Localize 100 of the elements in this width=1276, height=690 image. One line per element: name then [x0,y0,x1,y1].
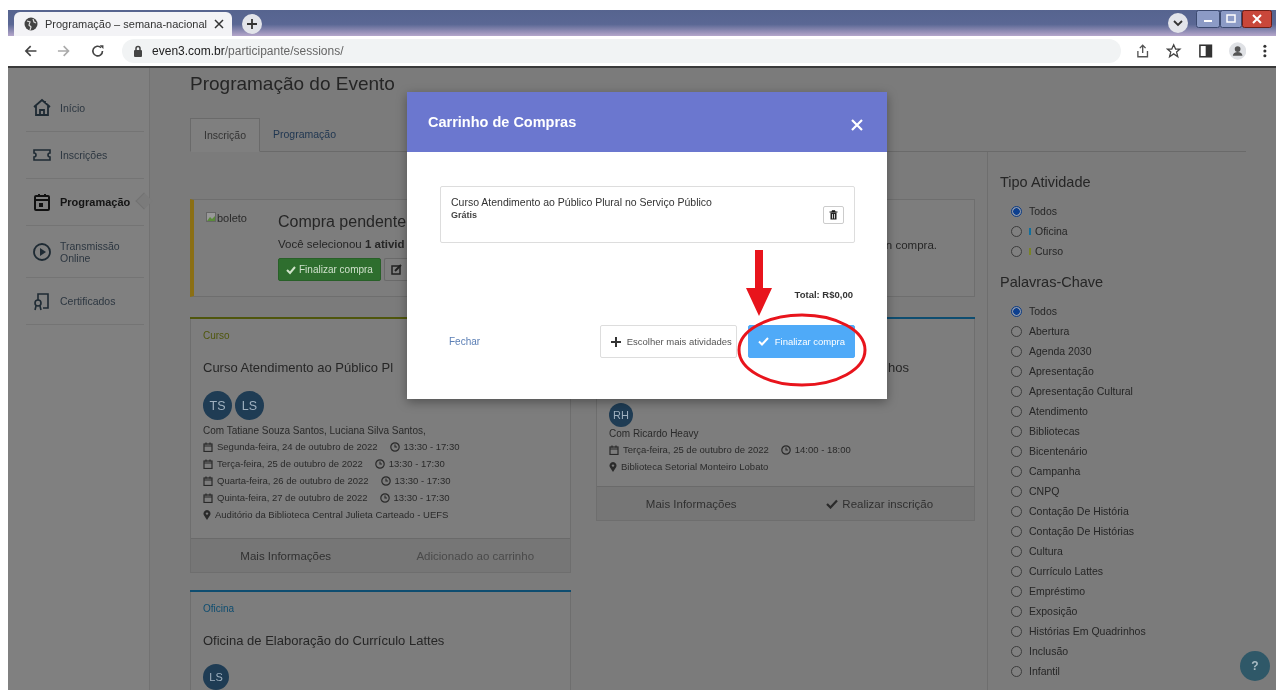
radio-button[interactable] [1011,205,1022,217]
filter-option[interactable]: Exposição [1000,601,1078,621]
new-tab-icon[interactable] [242,14,263,34]
profile-icon[interactable] [1228,42,1247,60]
radio-button[interactable] [1011,365,1022,377]
filter-option[interactable]: Campanha [1000,461,1081,481]
minimize-icon[interactable] [1196,10,1220,28]
radio-button[interactable] [1011,345,1022,357]
radio-button[interactable] [1011,225,1022,237]
back-icon[interactable] [23,43,39,59]
radio-button[interactable] [1011,385,1022,397]
filter-option[interactable]: Infantil [1000,661,1060,681]
filter-option[interactable]: Bicentenário [1000,441,1088,461]
radio-button[interactable] [1011,585,1022,597]
choose-more-activities-button[interactable]: Escolher mais atividades [599,325,737,358]
session-date: Terça-feira, 25 de outubro de 2022 [217,457,363,471]
radio-button[interactable] [1011,665,1022,677]
category-label: Oficina [203,603,235,614]
filter-option[interactable]: Apresentação [1000,361,1094,381]
filter-option[interactable]: CNPQ [1000,481,1060,501]
filter-option[interactable]: Inclusão [1000,641,1069,661]
filter-option[interactable]: Contação De História [1000,501,1129,521]
radio-button[interactable] [1011,405,1022,417]
browser-tab[interactable]: Programação – semana-nacional [14,12,233,36]
filter-option[interactable]: Cultura [1000,541,1063,561]
check-icon [286,264,296,275]
filter-option[interactable]: Apresentação Cultural [1000,381,1133,401]
filter-option[interactable]: Todos [1000,301,1058,321]
map-pin-icon [203,509,211,520]
check-icon [826,498,839,509]
side-panel-icon[interactable] [1197,43,1213,59]
share-icon[interactable] [1134,43,1151,59]
speaker-avatar: RH [609,403,633,427]
activity-title: Curso Atendimento ao Público Pl [203,359,395,377]
radio-button[interactable] [1011,645,1022,657]
chevron-down-icon[interactable] [1168,13,1188,33]
filter-option[interactable]: Bibliotecas [1000,421,1080,441]
location-text: Auditório da Biblioteca Central Julieta Carteado - UEFS [215,508,449,522]
close-icon[interactable] [214,19,225,29]
lock-icon [133,45,144,57]
annotation-arrow [746,250,772,316]
image-alt-text: boleto [217,212,247,224]
speaker-avatar: LS [235,391,264,420]
card-action-button[interactable]: Realizar inscrição [785,487,974,520]
cart-item-price: Grátis [451,209,478,220]
filter-option[interactable]: Atendimento [1000,401,1088,421]
filter-heading: Palavras-Chave [1000,273,1105,292]
radio-button[interactable] [1011,305,1022,317]
session-date: Quarta-feira, 26 de outubro de 2022 [217,474,369,488]
radio-button[interactable] [1011,325,1022,337]
activity-title: hos [887,359,910,377]
filter-option[interactable]: Abertura [1000,321,1070,341]
filter-option[interactable]: Contação De Histórias [1000,521,1135,541]
radio-button[interactable] [1011,545,1022,557]
finalize-purchase-button[interactable]: Finalizar compra [278,258,381,281]
filter-option[interactable]: Histórias Em Quadrinhos [1000,621,1146,641]
radio-button[interactable] [1011,525,1022,537]
radio-button[interactable] [1011,425,1022,437]
radio-button[interactable] [1011,565,1022,577]
card-action-button[interactable]: Mais Informações [191,539,381,572]
radio-button[interactable] [1011,245,1022,257]
tab[interactable]: Programação [260,118,350,151]
close-icon[interactable] [1242,10,1272,28]
speaker-avatar: LS [203,664,229,690]
forward-icon[interactable] [56,43,72,59]
activity-title: Oficina de Elaboração do Currículo Lattes [203,632,446,650]
address-bar[interactable]: even3.com.br/participante/sessions/ [122,39,1121,63]
tab[interactable]: Inscrição [190,118,260,152]
maximize-icon[interactable] [1220,10,1242,28]
filter-option[interactable]: Todos [1000,201,1058,221]
radio-button[interactable] [1011,625,1022,637]
finalize-purchase-button[interactable]: Finalizar compra [747,325,855,358]
calendar-icon [32,192,52,212]
star-icon[interactable] [1166,43,1182,59]
filter-option[interactable]: Currículo Lattes [1000,561,1104,581]
cart-item-title: Curso Atendimento ao Público Plural no Serviço Público [451,195,713,208]
clock-icon [780,444,791,455]
speaker-avatar: TS [203,391,232,420]
session-time: 13:30 - 17:30 [403,440,460,454]
menu-icon[interactable] [1262,43,1268,59]
radio-button[interactable] [1011,605,1022,617]
sidebar-item[interactable]: Inscrições [26,132,144,179]
radio-button[interactable] [1011,485,1022,497]
card-action-button[interactable]: Mais Informações [597,487,786,520]
filter-option[interactable]: Agenda 2030 [1000,341,1092,361]
sidebar-item[interactable]: Certificados [26,278,144,325]
delete-button[interactable] [823,205,844,224]
close-link[interactable]: Fechar [449,336,481,347]
filter-option[interactable]: Oficina [1000,221,1068,241]
location-text: Biblioteca Setorial Monteiro Lobato [621,460,769,474]
radio-button[interactable] [1011,465,1022,477]
filter-option[interactable]: Curso [1000,241,1063,261]
calendar-icon [609,444,619,455]
radio-button[interactable] [1011,505,1022,517]
edit-button[interactable] [383,258,408,281]
reload-icon[interactable] [89,43,106,59]
filter-option[interactable]: Empréstimo [1000,581,1085,601]
radio-button[interactable] [1011,445,1022,457]
sidebar-item[interactable]: Transmissão Online [26,226,144,278]
sidebar-item[interactable]: Início [26,85,144,132]
